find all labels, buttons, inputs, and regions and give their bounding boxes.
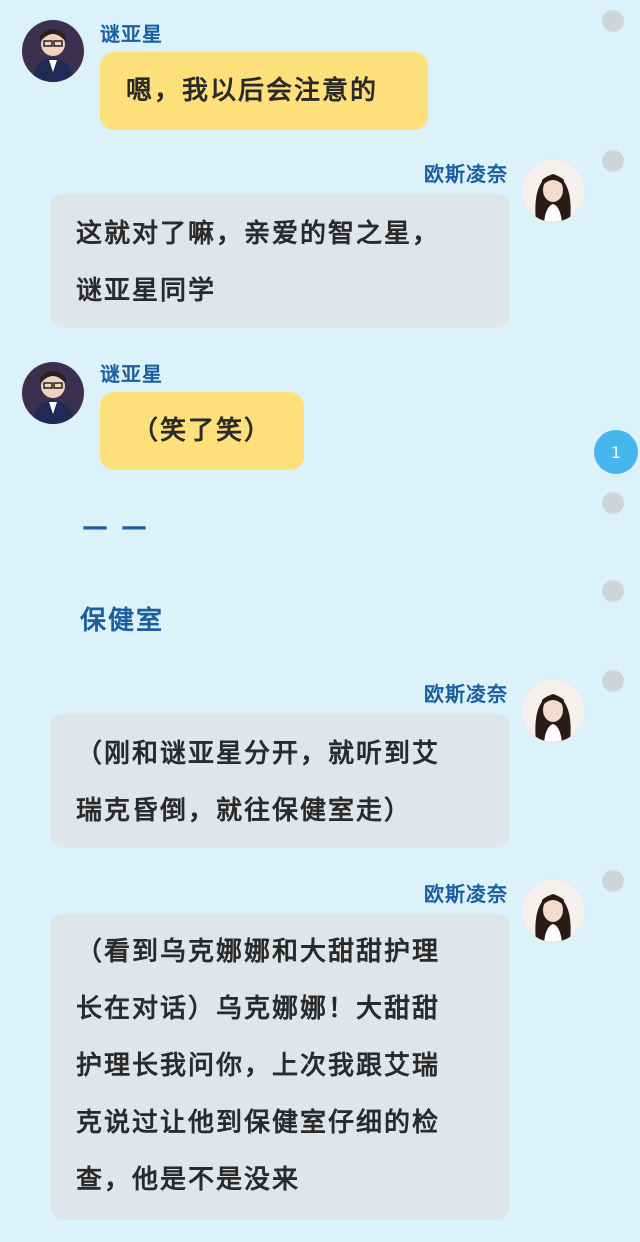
message-text-line: 长在对话）乌克娜娜！大甜甜	[76, 994, 441, 1024]
message-text-line: （刚和谜亚星分开，就听到艾	[76, 739, 441, 769]
message-text-line: 查，他是不是没来	[76, 1165, 301, 1195]
avatar-miyaxing-icon[interactable]	[22, 362, 84, 424]
avatar-ousilingnai-icon[interactable]	[522, 160, 584, 222]
message-text: 嗯，我以后会注意的	[126, 76, 379, 106]
side-dot-icon[interactable]	[602, 670, 624, 692]
message-text-line: 克说过让他到保健室仔细的检	[76, 1108, 441, 1138]
avatar-ousilingnai-icon[interactable]	[522, 680, 584, 742]
sender-name: 欧斯凌奈	[424, 162, 508, 186]
side-dot-icon[interactable]	[602, 580, 624, 602]
avatar-ousilingnai-icon[interactable]	[522, 880, 584, 942]
sender-name: 欧斯凌奈	[424, 882, 508, 906]
side-dot-icon[interactable]	[602, 10, 624, 32]
sender-name: 谜亚星	[100, 362, 163, 386]
side-dot-icon[interactable]	[602, 150, 624, 172]
message-text: （笑了笑）	[131, 416, 272, 446]
badge-count: 1	[610, 442, 622, 462]
side-dot-icon[interactable]	[602, 492, 624, 514]
message-text-line: 这就对了嘛，亲爱的智之星，	[76, 219, 441, 249]
scene-title: 保健室	[80, 606, 165, 636]
narration-dash: — —	[82, 512, 150, 542]
sender-name: 欧斯凌奈	[424, 682, 508, 706]
message-bubble[interactable]: （笑了笑）	[100, 392, 304, 470]
unread-count-badge[interactable]: 1	[594, 430, 638, 474]
side-dot-icon[interactable]	[602, 870, 624, 892]
message-text-line: （看到乌克娜娜和大甜甜护理	[76, 937, 441, 967]
message-text-line: 瑞克昏倒，就往保健室走）	[76, 796, 413, 826]
message-text-line: 护理长我问你，上次我跟艾瑞	[76, 1051, 441, 1081]
message-text-line: 谜亚星同学	[76, 276, 217, 306]
message-bubble[interactable]: 这就对了嘛，亲爱的智之星， 谜亚星同学	[50, 194, 510, 328]
sender-name: 谜亚星	[100, 22, 163, 46]
message-bubble[interactable]: （刚和谜亚星分开，就听到艾 瑞克昏倒，就往保健室走）	[50, 714, 510, 848]
message-bubble[interactable]: 嗯，我以后会注意的	[100, 52, 428, 130]
message-bubble[interactable]: （看到乌克娜娜和大甜甜护理 长在对话）乌克娜娜！大甜甜 护理长我问你，上次我跟艾…	[50, 914, 510, 1220]
avatar-miyaxing-icon[interactable]	[22, 20, 84, 82]
